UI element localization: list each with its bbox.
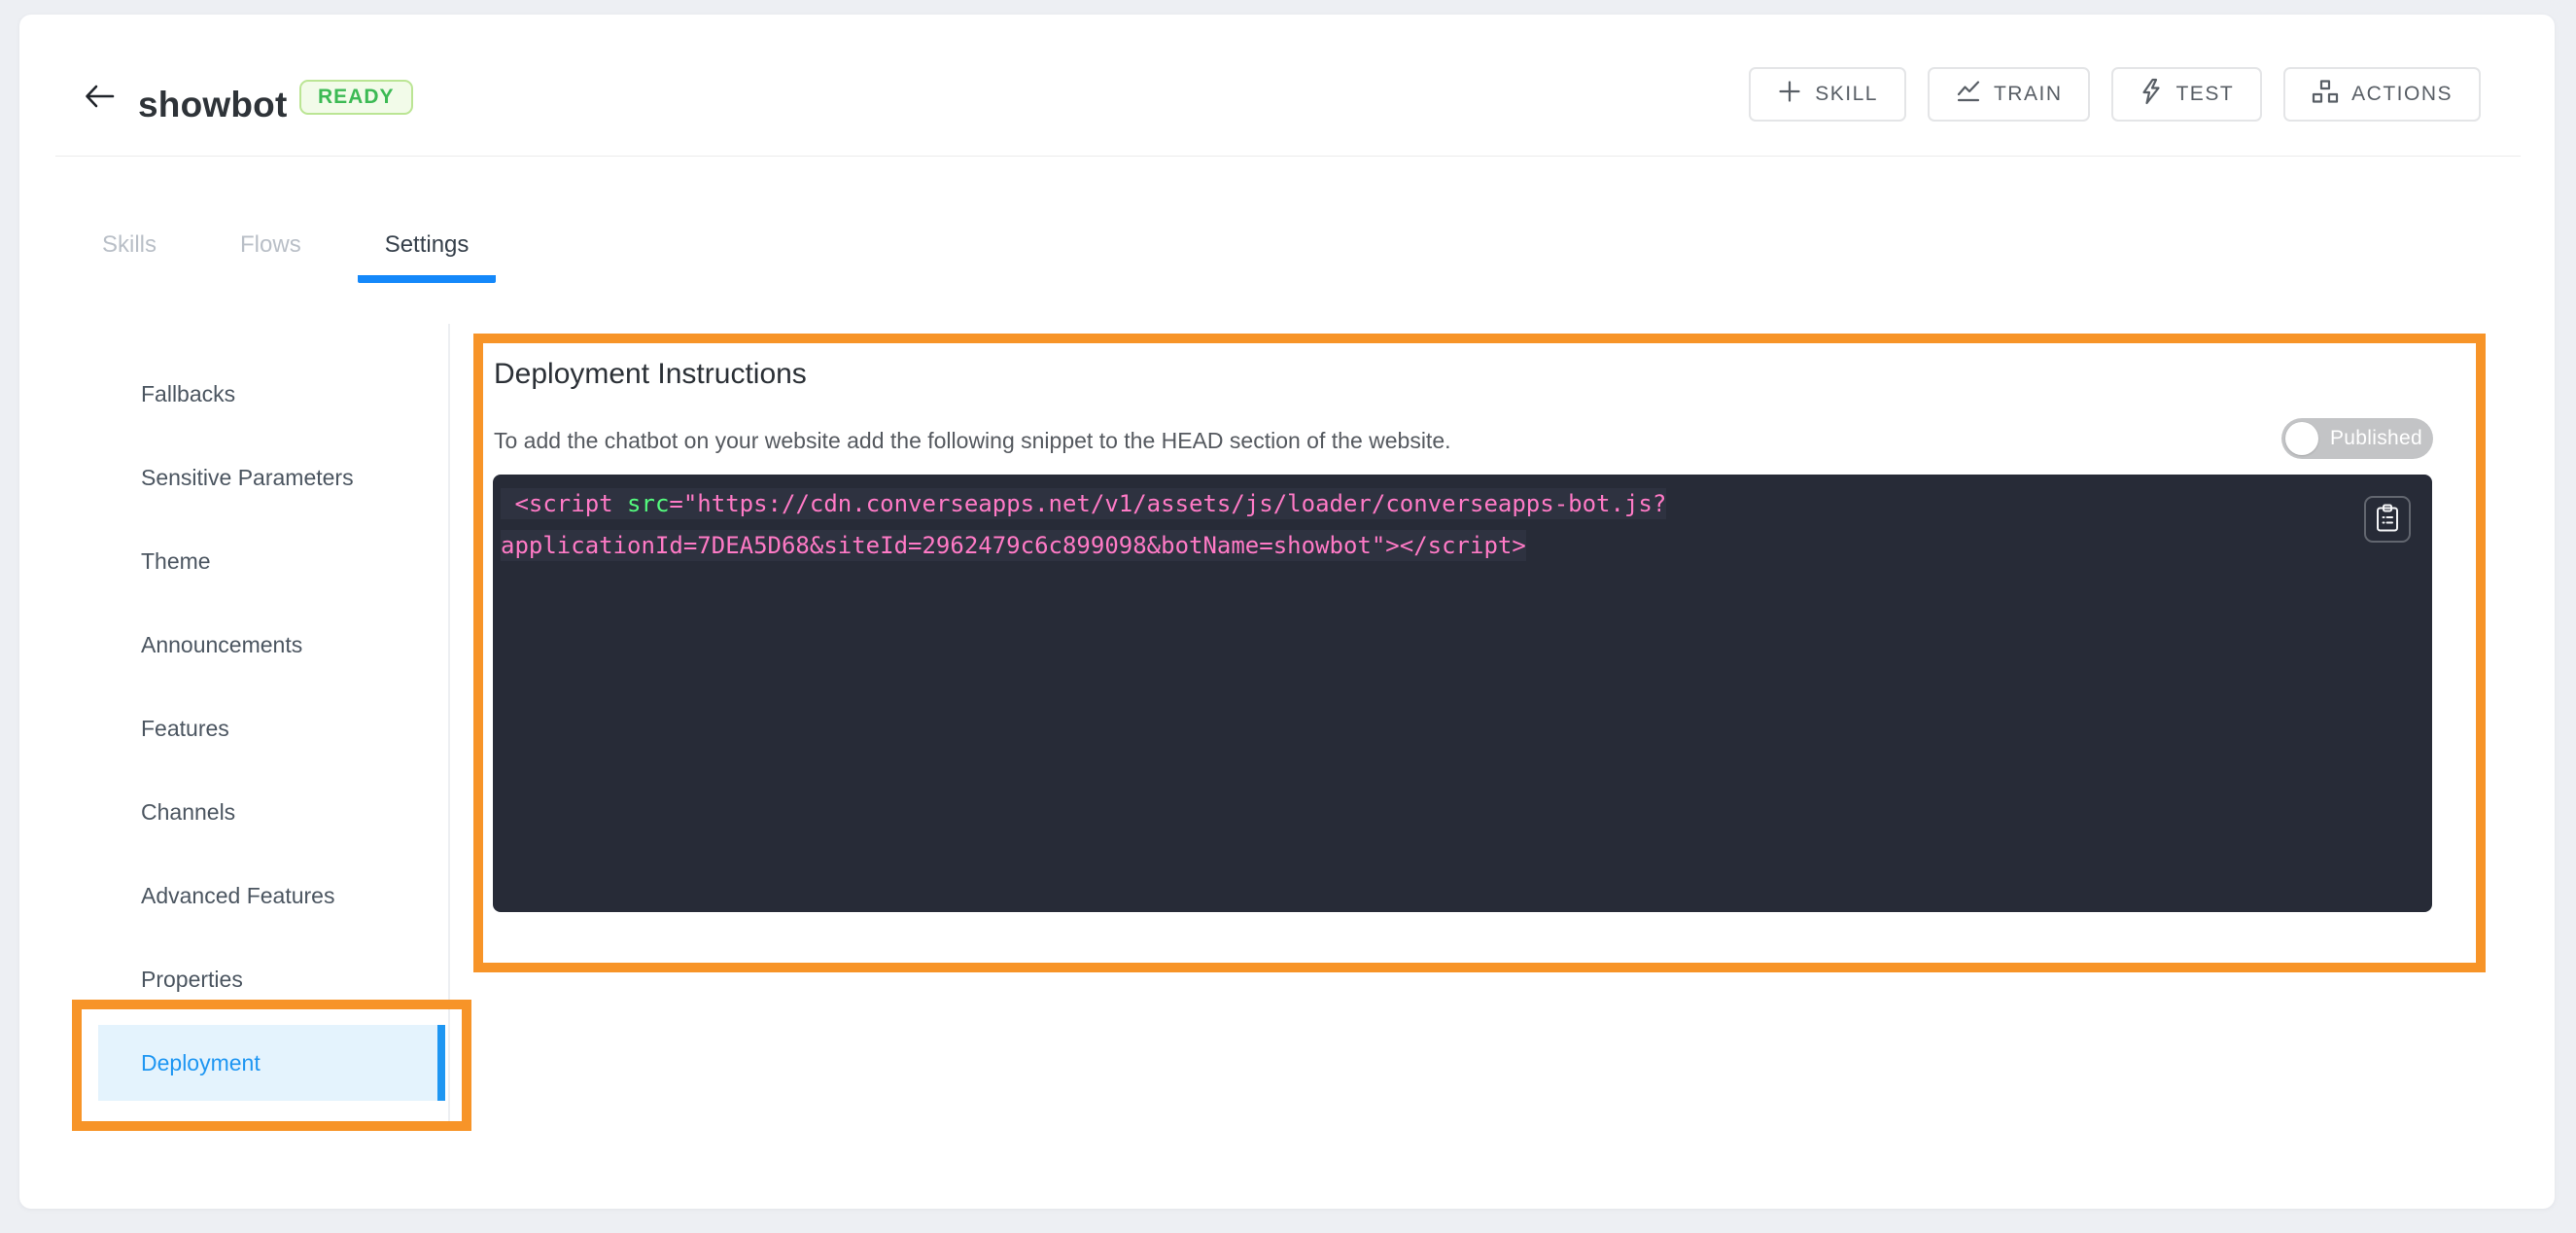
deployment-instructions-heading: Deployment Instructions — [494, 358, 807, 390]
trend-line-icon — [1956, 79, 1981, 110]
sidebar-item-advanced-features[interactable]: Advanced Features — [83, 854, 448, 937]
sitemap-icon — [2312, 79, 2339, 110]
sidebar-item-properties[interactable]: Properties — [83, 937, 448, 1021]
deployment-description: To add the chatbot on your website add t… — [494, 428, 1451, 453]
header-actions: SKILL TRAIN TEST ACTIONS — [1749, 67, 2481, 122]
tab-flows[interactable]: Flows — [213, 221, 329, 283]
train-button[interactable]: TRAIN — [1927, 67, 2091, 122]
published-toggle[interactable]: Published — [2281, 418, 2433, 459]
sidebar-item-announcements[interactable]: Announcements — [83, 603, 448, 687]
lightning-icon — [2140, 78, 2163, 111]
sidebar-item-channels[interactable]: Channels — [83, 770, 448, 854]
train-button-label: TRAIN — [1993, 83, 2063, 105]
test-button-label: TEST — [2176, 83, 2235, 105]
back-button[interactable] — [80, 78, 119, 117]
sidebar-item-features[interactable]: Features — [83, 687, 448, 770]
sidebar-divider — [448, 324, 450, 1131]
code-snippet: <script src="https://cdn.converseapps.ne… — [501, 483, 2424, 567]
sidebar-item-deployment[interactable]: Deployment — [98, 1025, 445, 1101]
skill-button[interactable]: SKILL — [1749, 67, 1906, 122]
code-url-part1: ="https://cdn.converseapps.net/v1/assets… — [669, 490, 1667, 517]
code-attr-src: src — [627, 490, 670, 517]
sidebar-item-fallbacks[interactable]: Fallbacks — [83, 352, 448, 436]
status-badge: READY — [299, 80, 413, 115]
tab-settings[interactable]: Settings — [357, 221, 497, 283]
actions-button-label: ACTIONS — [2351, 83, 2453, 105]
header-divider — [55, 156, 2521, 157]
tab-bar: Skills Flows Settings — [75, 221, 497, 283]
toggle-label: Published — [2330, 427, 2422, 449]
tab-skills[interactable]: Skills — [75, 221, 184, 283]
toggle-knob[interactable] — [2285, 422, 2318, 455]
actions-button[interactable]: ACTIONS — [2283, 67, 2481, 122]
sidebar-item-sensitive-parameters[interactable]: Sensitive Parameters — [83, 436, 448, 519]
test-button[interactable]: TEST — [2111, 67, 2263, 122]
copy-snippet-button[interactable] — [2364, 496, 2411, 543]
code-tag-open: <script — [501, 490, 628, 517]
plus-icon — [1777, 79, 1802, 110]
clipboard-icon — [2375, 504, 2400, 536]
deployment-code-block: <script src="https://cdn.converseapps.ne… — [493, 475, 2432, 912]
app-card: showbot READY SKILL TRAIN TEST ACTIONS S… — [19, 15, 2555, 1209]
page-title: showbot — [138, 85, 288, 124]
settings-sidebar: Fallbacks Sensitive Parameters Theme Ann… — [83, 352, 448, 1105]
skill-button-label: SKILL — [1815, 83, 1878, 105]
code-url-part2: applicationId=7DEA5D68&siteId=2962479c6c… — [501, 532, 1526, 559]
arrow-left-icon — [81, 79, 118, 117]
sidebar-item-theme[interactable]: Theme — [83, 519, 448, 603]
